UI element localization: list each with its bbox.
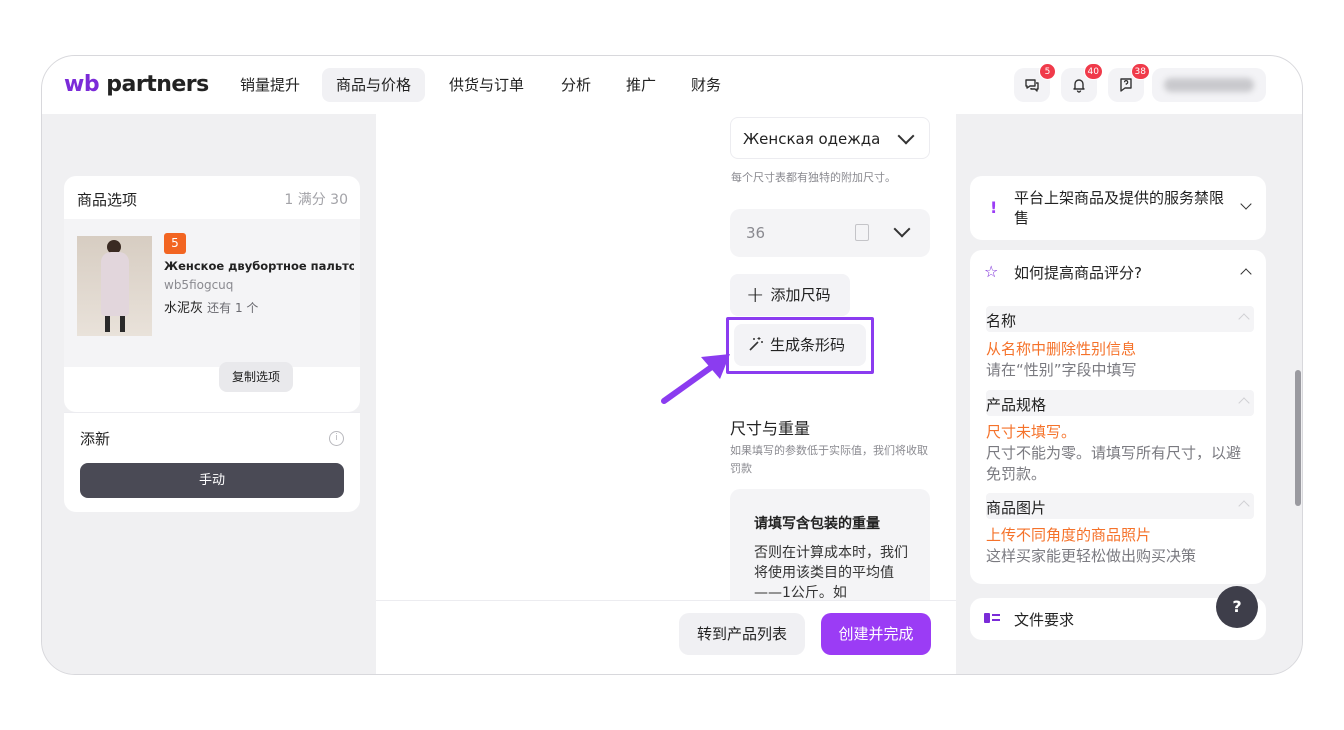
user-profile-button[interactable] xyxy=(1152,68,1266,102)
generate-barcode-label: 生成条形码 xyxy=(770,336,846,354)
barcode-highlight: 生成条形码 xyxy=(726,317,874,374)
nav-finance[interactable]: 财务 xyxy=(677,68,735,102)
tip-advice: 这样买家能更轻松做出购买决策 xyxy=(986,547,1197,565)
chevron-up-icon xyxy=(1238,500,1250,512)
add-size-button[interactable]: + 添加尺码 xyxy=(730,274,850,316)
manual-button[interactable]: 手动 xyxy=(80,463,344,498)
nav-sales-boost[interactable]: 销量提升 xyxy=(226,68,314,102)
nav-supply-orders[interactable]: 供货与订单 xyxy=(435,68,538,102)
chevron-up-icon xyxy=(1240,268,1252,280)
tip-header-specs[interactable]: 产品规格 xyxy=(986,390,1254,416)
create-and-finish-button[interactable]: 创建并完成 xyxy=(821,613,931,655)
exclamation-icon: ! xyxy=(990,198,998,217)
go-to-product-list-button[interactable]: 转到产品列表 xyxy=(679,613,805,655)
nav-promotion[interactable]: 推广 xyxy=(612,68,670,102)
chevron-down-icon xyxy=(897,127,915,145)
copy-variant-button[interactable]: 复制选项 xyxy=(219,362,293,392)
chat-button[interactable]: 5 xyxy=(1014,63,1056,102)
add-new-card: 添新 i 手动 xyxy=(64,412,360,512)
rating-tips-header[interactable]: ☆ 如何提高商品评分? xyxy=(970,250,1266,294)
product-thumbnail xyxy=(77,236,152,336)
weight-info-title: 请填写含包装的重量 xyxy=(754,516,880,532)
tip-issue: 上传不同角度的商品照片 xyxy=(986,526,1152,544)
product-color-name: 水泥灰 xyxy=(164,301,204,316)
notifications-button[interactable]: 40 xyxy=(1061,63,1103,102)
rating-tips-title: 如何提高商品评分? xyxy=(1014,264,1142,282)
variant-list-item[interactable]: 5 Женское двубортное пальто... wb5fiogcu… xyxy=(64,219,360,367)
trash-icon[interactable] xyxy=(855,224,869,241)
magic-wand-icon xyxy=(749,337,763,351)
tip-label: 商品图片 xyxy=(986,499,1047,517)
dimensions-title: 尺寸与重量 xyxy=(730,419,811,438)
nav-products-prices[interactable]: 商品与价格 xyxy=(322,68,426,102)
left-column: 商品选项 1 满分 30 5 Женское двубортное пальто… xyxy=(42,114,376,674)
question-chat-icon xyxy=(1120,78,1132,92)
nav-analytics[interactable]: 分析 xyxy=(547,68,605,102)
product-name: Женское двубортное пальто... xyxy=(164,259,354,273)
top-header: wb partners 销量提升 商品与价格 供货与订单 分析 推广 财务 5 … xyxy=(42,56,1302,114)
prohibited-goods-text: 平台上架商品及提供的服务禁限售 xyxy=(1014,189,1225,227)
product-code: wb5fiogcuq xyxy=(164,278,234,292)
rating-tips-card: ☆ 如何提高商品评分? 名称 从名称中删除性别信息 请在“性别”字段中填写 产品… xyxy=(970,250,1266,584)
prohibited-goods-card[interactable]: ! 平台上架商品及提供的服务禁限售 xyxy=(970,176,1266,240)
tip-issue: 尺寸未填写。 xyxy=(986,423,1077,441)
dimensions-hint: 如果填写的参数低于实际值，我们将收取罚款 xyxy=(730,444,928,475)
tip-advice: 尺寸不能为零。请填写所有尺寸，以避免罚款。 xyxy=(986,444,1242,483)
chevron-up-icon xyxy=(1238,313,1250,325)
annotation-arrow-icon xyxy=(661,354,730,404)
tip-advice: 请在“性别”字段中填写 xyxy=(986,361,1137,379)
product-color: 水泥灰 还有 1 个 xyxy=(164,297,258,316)
plus-icon: + xyxy=(746,283,765,308)
size-value: 36 xyxy=(746,224,766,242)
size-select[interactable]: 36 xyxy=(730,209,930,257)
variants-count: 1 满分 30 xyxy=(284,192,348,208)
tip-header-images[interactable]: 商品图片 xyxy=(986,493,1254,519)
help-button[interactable]: ? xyxy=(1216,586,1258,628)
logo[interactable]: wb partners xyxy=(64,72,209,97)
blurred-username xyxy=(1164,78,1254,92)
file-requirements-title: 文件要求 xyxy=(1014,611,1075,629)
messages-button[interactable]: 38 xyxy=(1108,63,1150,102)
chevron-down-icon xyxy=(893,220,911,238)
tip-issue: 从名称中删除性别信息 xyxy=(986,340,1137,358)
tip-header-name[interactable]: 名称 xyxy=(986,306,1254,332)
logo-text: partners xyxy=(106,72,209,97)
variants-card: 商品选项 1 满分 30 5 Женское двубортное пальто… xyxy=(64,176,360,412)
notifications-badge: 40 xyxy=(1083,63,1103,80)
category-select[interactable]: Женская одежда xyxy=(730,117,930,159)
form-footer: 转到产品列表 创建并完成 xyxy=(376,600,956,674)
chat-badge: 5 xyxy=(1039,63,1056,80)
category-value: Женская одежда xyxy=(743,130,881,148)
bell-icon xyxy=(1073,79,1085,93)
chevron-up-icon xyxy=(1238,397,1250,409)
chat-icon xyxy=(1025,79,1039,92)
variant-number-badge: 5 xyxy=(164,233,186,254)
add-new-title: 添新 xyxy=(80,430,111,448)
logo-brand: wb xyxy=(64,72,100,97)
scrollbar[interactable] xyxy=(1292,114,1302,674)
file-list-icon xyxy=(984,613,1000,623)
weight-info-text: 否则在计算成本时，我们将使用该类目的平均值——1公斤。如 xyxy=(754,545,908,601)
app-window: wb partners 销量提升 商品与价格 供货与订单 分析 推广 财务 5 … xyxy=(41,55,1303,675)
tip-label: 名称 xyxy=(986,312,1017,330)
add-size-label: 添加尺码 xyxy=(770,286,831,304)
info-icon[interactable]: i xyxy=(329,431,344,446)
messages-badge: 38 xyxy=(1130,63,1150,80)
variants-title: 商品选项 xyxy=(77,191,138,209)
size-table-hint: 每个尺寸表都有独特的附加尺寸。 xyxy=(731,171,896,184)
generate-barcode-button[interactable]: 生成条形码 xyxy=(734,324,866,366)
scrollbar-thumb[interactable] xyxy=(1295,370,1301,506)
tip-label: 产品规格 xyxy=(986,396,1047,414)
product-stock: 还有 1 个 xyxy=(207,301,259,315)
chevron-down-icon xyxy=(1240,198,1252,210)
star-icon: ☆ xyxy=(984,262,999,281)
main-form: Женская одежда 每个尺寸表都有独特的附加尺寸。 36 + 添加尺码 … xyxy=(376,114,956,674)
